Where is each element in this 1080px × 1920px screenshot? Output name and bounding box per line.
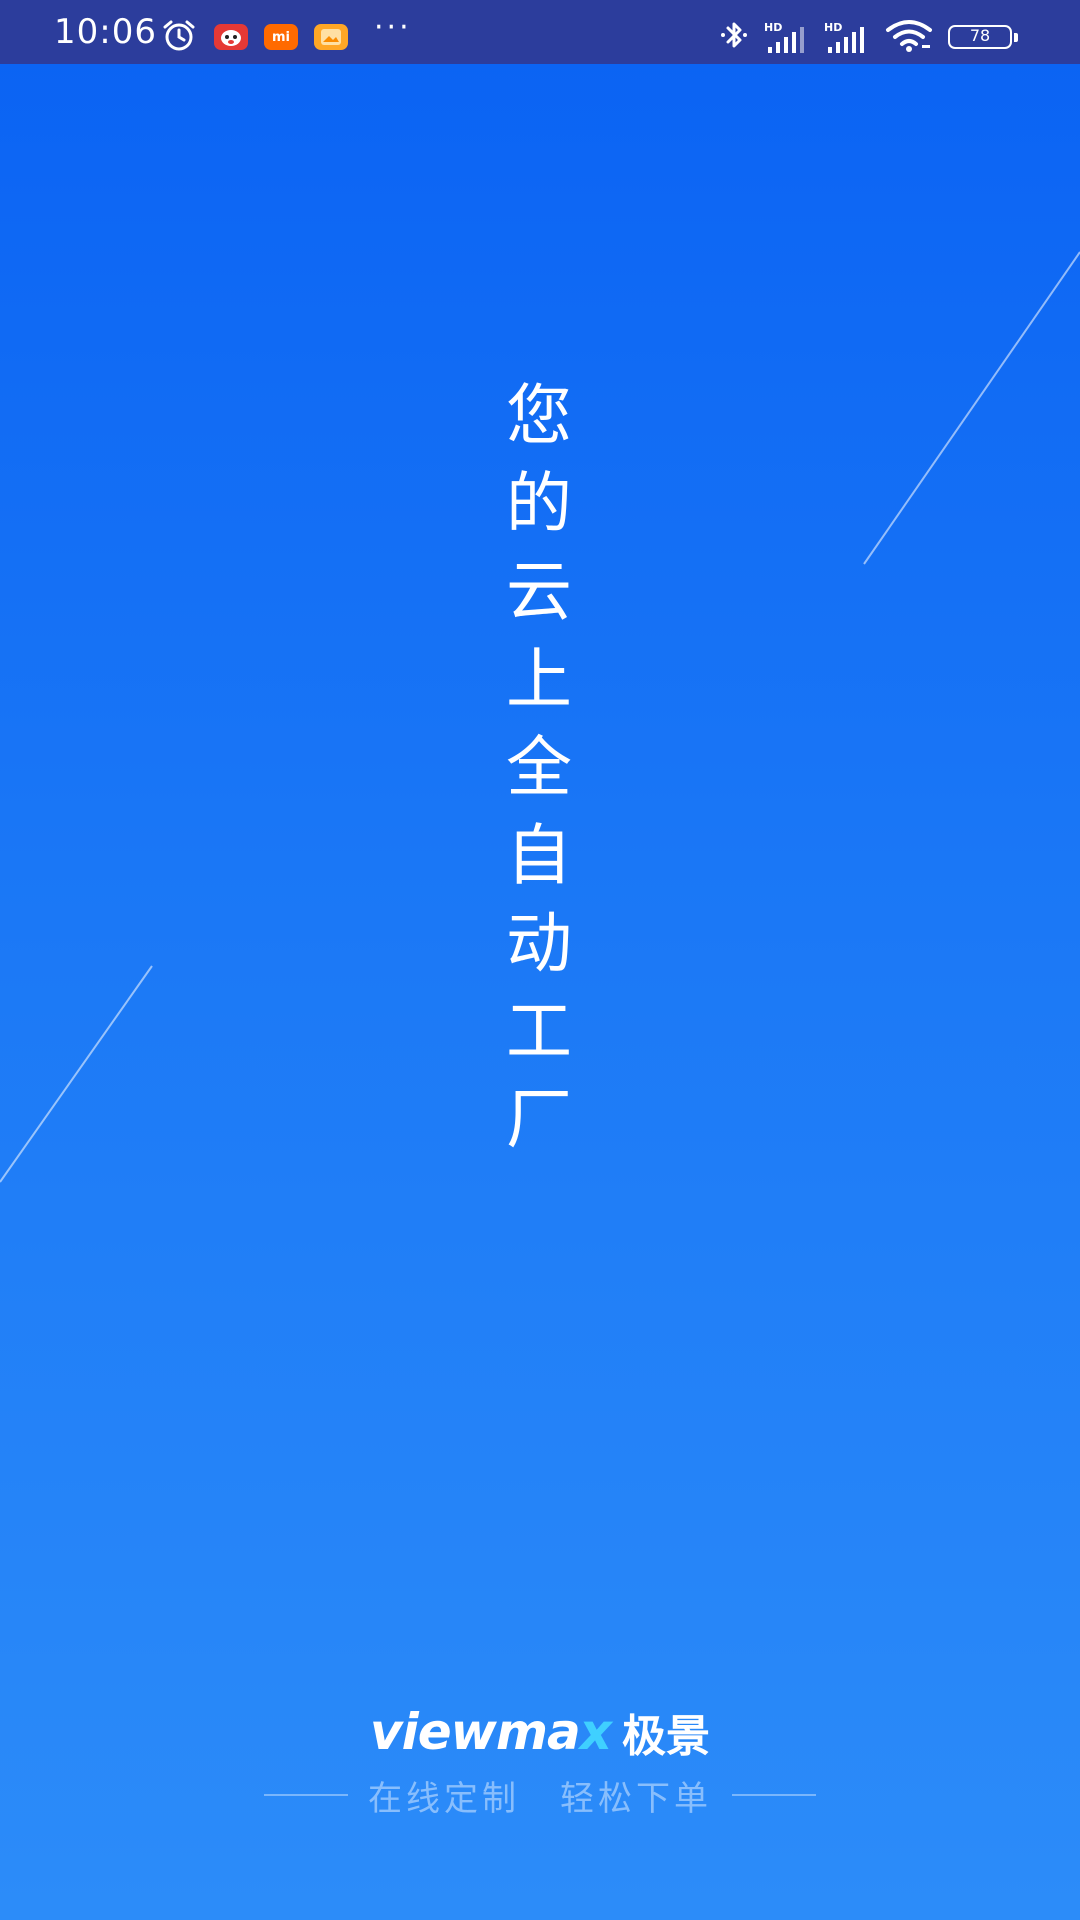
tagline: 在线定制 轻松下单 (240, 1770, 840, 1820)
tagline-rule-left (264, 1794, 348, 1796)
tagline-rule-right (732, 1794, 816, 1796)
slogan-char: 您 (506, 377, 572, 454)
splash-slogan: 您 的 云 上 全 自 动 工 厂 (494, 372, 584, 1164)
brand-wordmark-x: x (579, 1703, 612, 1761)
brand-chinese-name: 极景 (621, 1711, 710, 1762)
slogan-char: 自 (506, 817, 572, 894)
slogan-char: 动 (506, 905, 572, 982)
slogan-char: 全 (506, 729, 572, 806)
tagline-right-text: 轻松下单 (560, 1778, 712, 1819)
tagline-left-text: 在线定制 (368, 1778, 520, 1819)
slogan-char: 云 (506, 553, 572, 630)
slogan-char: 的 (506, 465, 572, 542)
slogan-char: 上 (506, 641, 572, 718)
brand-logo: viewma x 极景 (300, 1700, 780, 1764)
slogan-char: 厂 (506, 1081, 572, 1158)
slogan-char: 工 (506, 993, 572, 1070)
brand-wordmark: viewma (370, 1703, 581, 1761)
